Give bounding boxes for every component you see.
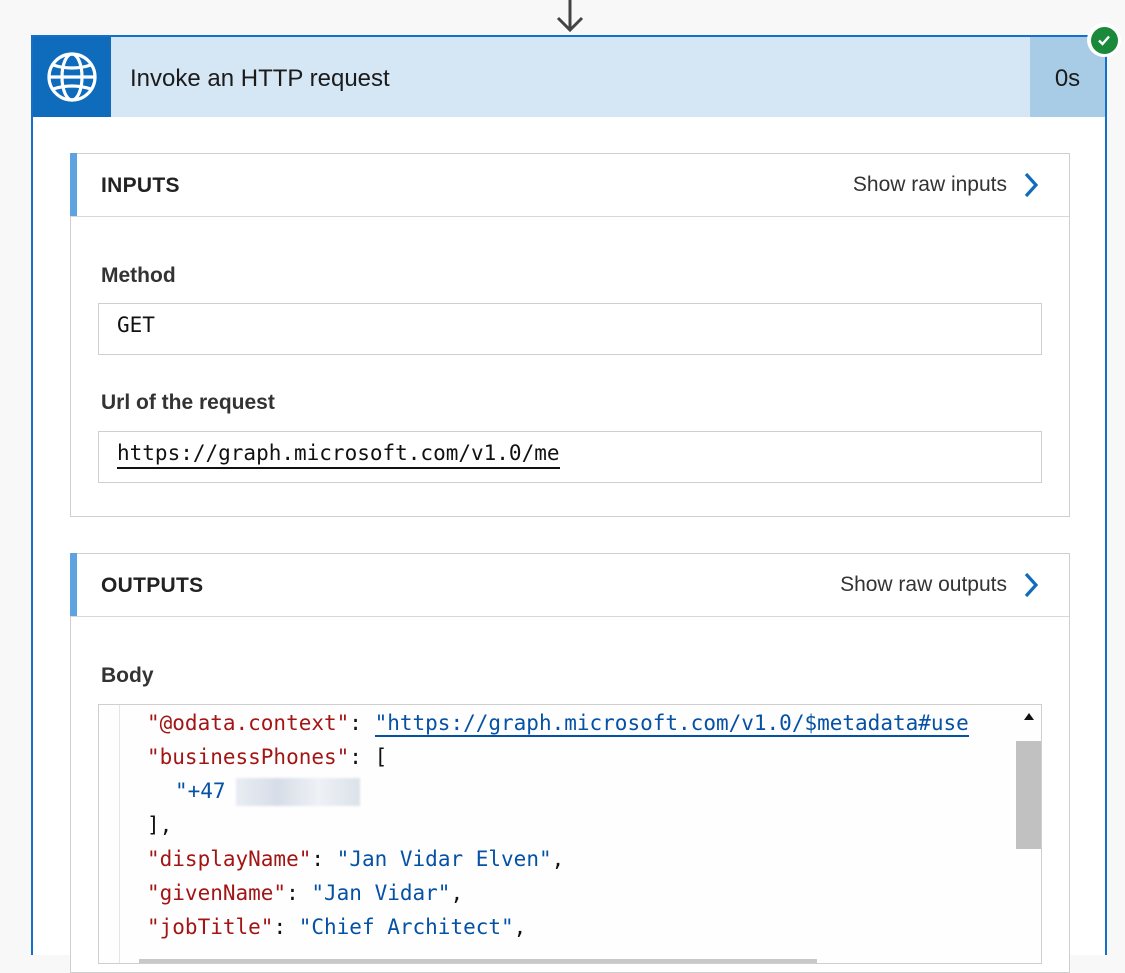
show-raw-inputs-link[interactable]: Show raw inputs xyxy=(853,154,1039,216)
method-label: Method xyxy=(101,264,176,287)
json-line: "jobTitle": "Chief Architect", xyxy=(147,915,527,939)
globe-icon xyxy=(33,37,111,117)
odata-context-link[interactable]: "https://graph.microsoft.com/v1.0/$metad… xyxy=(374,711,969,737)
json-line: "businessPhones": [ xyxy=(147,745,388,769)
url-label: Url of the request xyxy=(101,391,275,414)
scroll-up-icon[interactable] xyxy=(1023,711,1035,721)
section-accent xyxy=(70,153,77,216)
success-status-badge xyxy=(1087,23,1121,57)
redacted-phone xyxy=(235,778,360,806)
action-title: Invoke an HTTP request xyxy=(130,65,390,92)
section-accent xyxy=(70,553,77,616)
chevron-right-icon xyxy=(1024,572,1039,598)
url-field[interactable]: https://graph.microsoft.com/v1.0/me xyxy=(98,431,1042,483)
method-field[interactable]: GET xyxy=(98,303,1042,355)
inputs-heading: INPUTS xyxy=(101,174,180,197)
indent-guide xyxy=(119,705,120,963)
horizontal-scrollbar-thumb[interactable] xyxy=(139,959,817,963)
chevron-right-icon xyxy=(1024,172,1039,198)
method-value: GET xyxy=(117,313,155,337)
json-line: "givenName": "Jan Vidar", xyxy=(147,881,464,905)
body-json-viewer[interactable]: "@odata.context": "https://graph.microso… xyxy=(98,704,1042,964)
action-header[interactable]: Invoke an HTTP request 0s xyxy=(33,37,1105,117)
inputs-section: INPUTS Show raw inputs Method GET Url of… xyxy=(70,153,1070,517)
vertical-scrollbar-thumb[interactable] xyxy=(1016,741,1041,849)
show-raw-outputs-label: Show raw outputs xyxy=(840,573,1007,596)
json-line: "+47 xyxy=(175,774,360,808)
json-line: "@odata.context": "https://graph.microso… xyxy=(147,711,969,737)
arrow-down-icon xyxy=(556,0,584,33)
show-raw-inputs-label: Show raw inputs xyxy=(852,173,1007,196)
outputs-section: OUTPUTS Show raw outputs Body "@odata.co… xyxy=(70,553,1070,973)
url-value[interactable]: https://graph.microsoft.com/v1.0/me xyxy=(117,441,560,469)
body-label: Body xyxy=(101,664,154,687)
json-line: ], xyxy=(147,813,173,837)
success-check-icon xyxy=(1090,26,1118,54)
show-raw-outputs-link[interactable]: Show raw outputs xyxy=(840,554,1039,616)
outputs-header: OUTPUTS Show raw outputs xyxy=(70,553,1069,617)
outputs-heading: OUTPUTS xyxy=(101,574,204,597)
action-card: Invoke an HTTP request 0s INPUTS Show ra… xyxy=(31,35,1107,973)
inputs-header: INPUTS Show raw inputs xyxy=(70,153,1069,217)
json-line: "displayName": "Jan Vidar Elven", xyxy=(147,847,565,871)
